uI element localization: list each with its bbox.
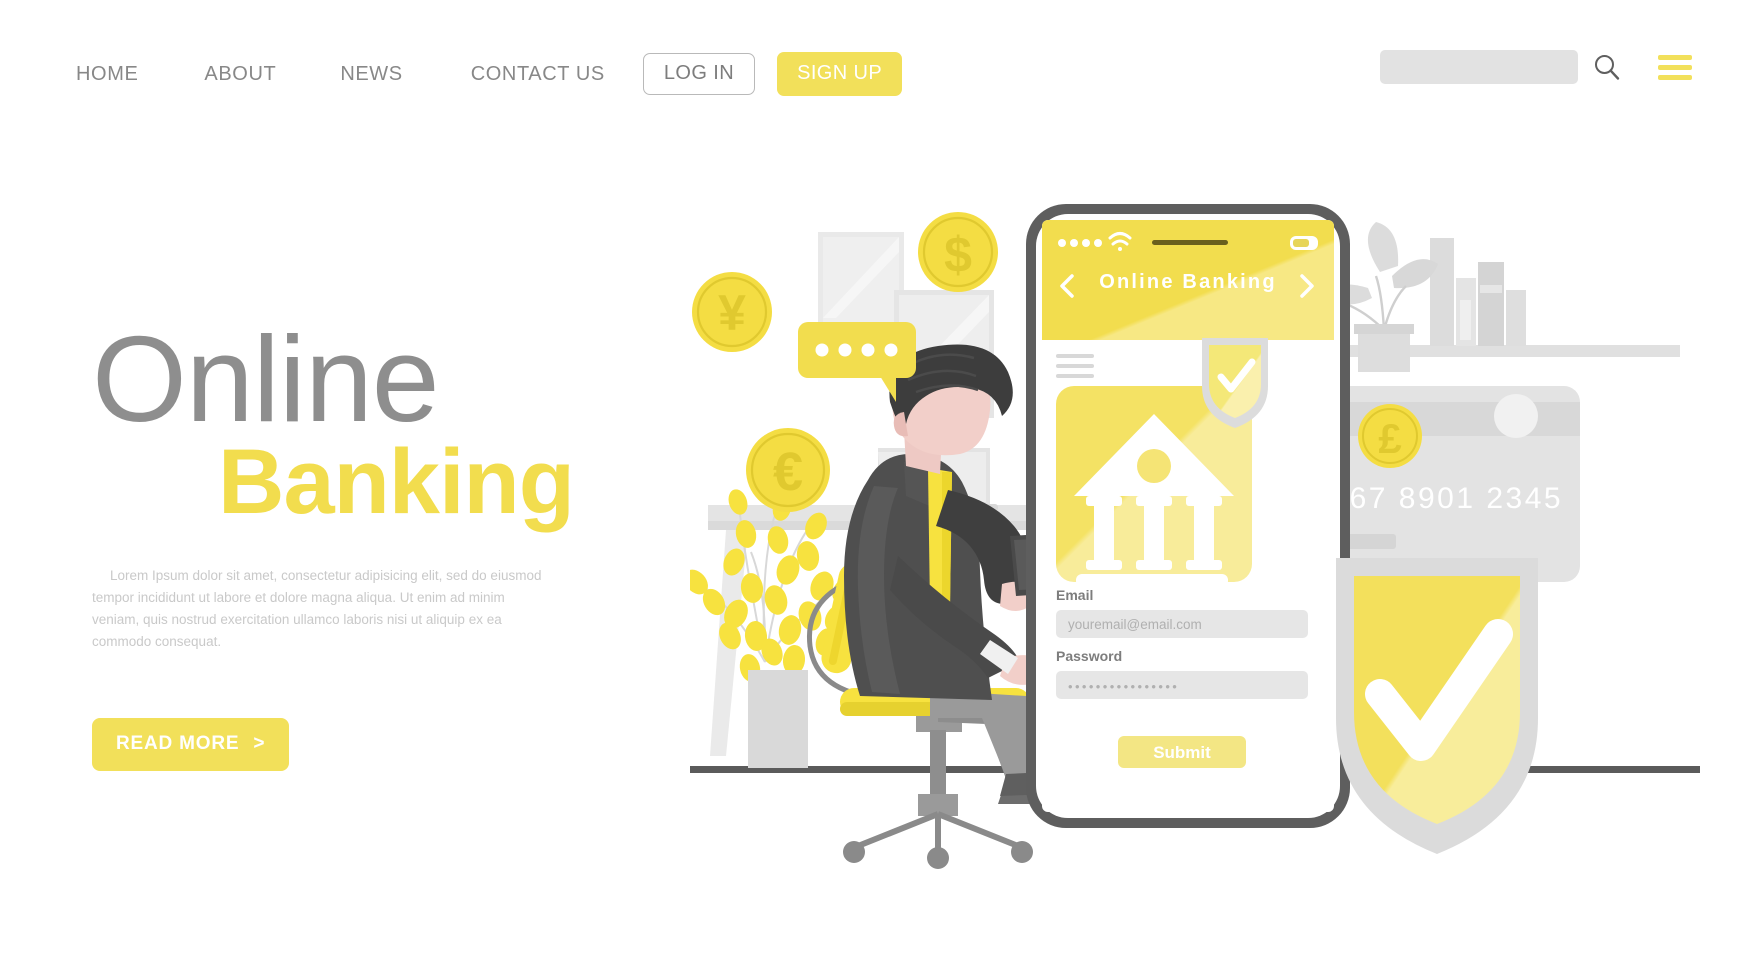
phone-speaker — [1152, 240, 1228, 245]
svg-text:$: $ — [944, 227, 972, 283]
hamburger-menu-icon[interactable] — [1658, 54, 1692, 80]
hero-paragraph: Lorem Ipsum dolor sit amet, consectetur … — [92, 567, 542, 650]
nav-link-about[interactable]: ABOUT — [204, 63, 276, 86]
submit-button-label: Submit — [1153, 743, 1211, 762]
chair-column — [930, 730, 946, 796]
signup-button[interactable]: SIGN UP — [777, 52, 903, 96]
phone-app-title: Online Banking — [1099, 271, 1276, 293]
read-more-label: READ MORE — [116, 732, 240, 754]
battery-icon — [1290, 236, 1318, 250]
phone-menu-icon — [1056, 354, 1094, 378]
nav-link-contact-us[interactable]: CONTACT US — [471, 63, 605, 86]
read-more-button[interactable]: READ MORE > — [92, 717, 290, 771]
svg-text:£: £ — [1378, 415, 1401, 462]
businessman-with-phone — [844, 344, 1056, 804]
plant-vase — [748, 670, 808, 768]
page-title-line-2: Banking — [218, 431, 575, 533]
landing-page: HOME ABOUT NEWS CONTACT US LOG IN SIGN U… — [0, 0, 1738, 980]
login-button[interactable]: LOG IN — [642, 53, 756, 95]
hero-copy: Online Banking Lorem Ipsum dolor sit ame… — [92, 311, 575, 771]
coin-yen: ¥ — [692, 272, 772, 352]
hamburger-bar — [1658, 64, 1692, 70]
nav-link-home[interactable]: HOME — [76, 63, 138, 86]
nav-link-news[interactable]: NEWS — [340, 63, 402, 86]
chair-base — [856, 811, 1020, 850]
nav-utilities — [1380, 50, 1692, 84]
nav-links: HOME ABOUT NEWS CONTACT US LOG IN SIGN U… — [76, 52, 903, 96]
bookshelf — [1324, 222, 1680, 372]
navbar: HOME ABOUT NEWS CONTACT US LOG IN SIGN U… — [0, 0, 1738, 130]
email-label: Email — [1056, 587, 1093, 603]
email-placeholder: youremail@email.com — [1068, 617, 1202, 632]
search-input[interactable] — [1380, 50, 1578, 84]
hamburger-bar — [1658, 54, 1692, 60]
svg-text:€: € — [773, 442, 803, 502]
password-label: Password — [1056, 648, 1122, 664]
hamburger-bar — [1658, 74, 1692, 80]
page-title-line-1: Online — [92, 311, 440, 447]
hero-illustration: 23 4567 8901 2345 ¥ $ € £ Online Banking… — [690, 190, 1700, 890]
search-icon[interactable] — [1592, 52, 1622, 82]
bookshelf-books — [1430, 238, 1526, 346]
coin-pound: £ — [1358, 404, 1422, 468]
chevron-right-icon: > — [253, 732, 266, 754]
password-value: •••••••••••••••• — [1068, 679, 1179, 694]
coin-dollar: $ — [918, 212, 998, 292]
coin-euro: € — [746, 428, 830, 512]
shield-check-icon-large — [1336, 558, 1538, 854]
svg-text:¥: ¥ — [718, 285, 746, 341]
smartphone-mockup: Online Banking Email youremail@email.com… — [1026, 204, 1350, 828]
